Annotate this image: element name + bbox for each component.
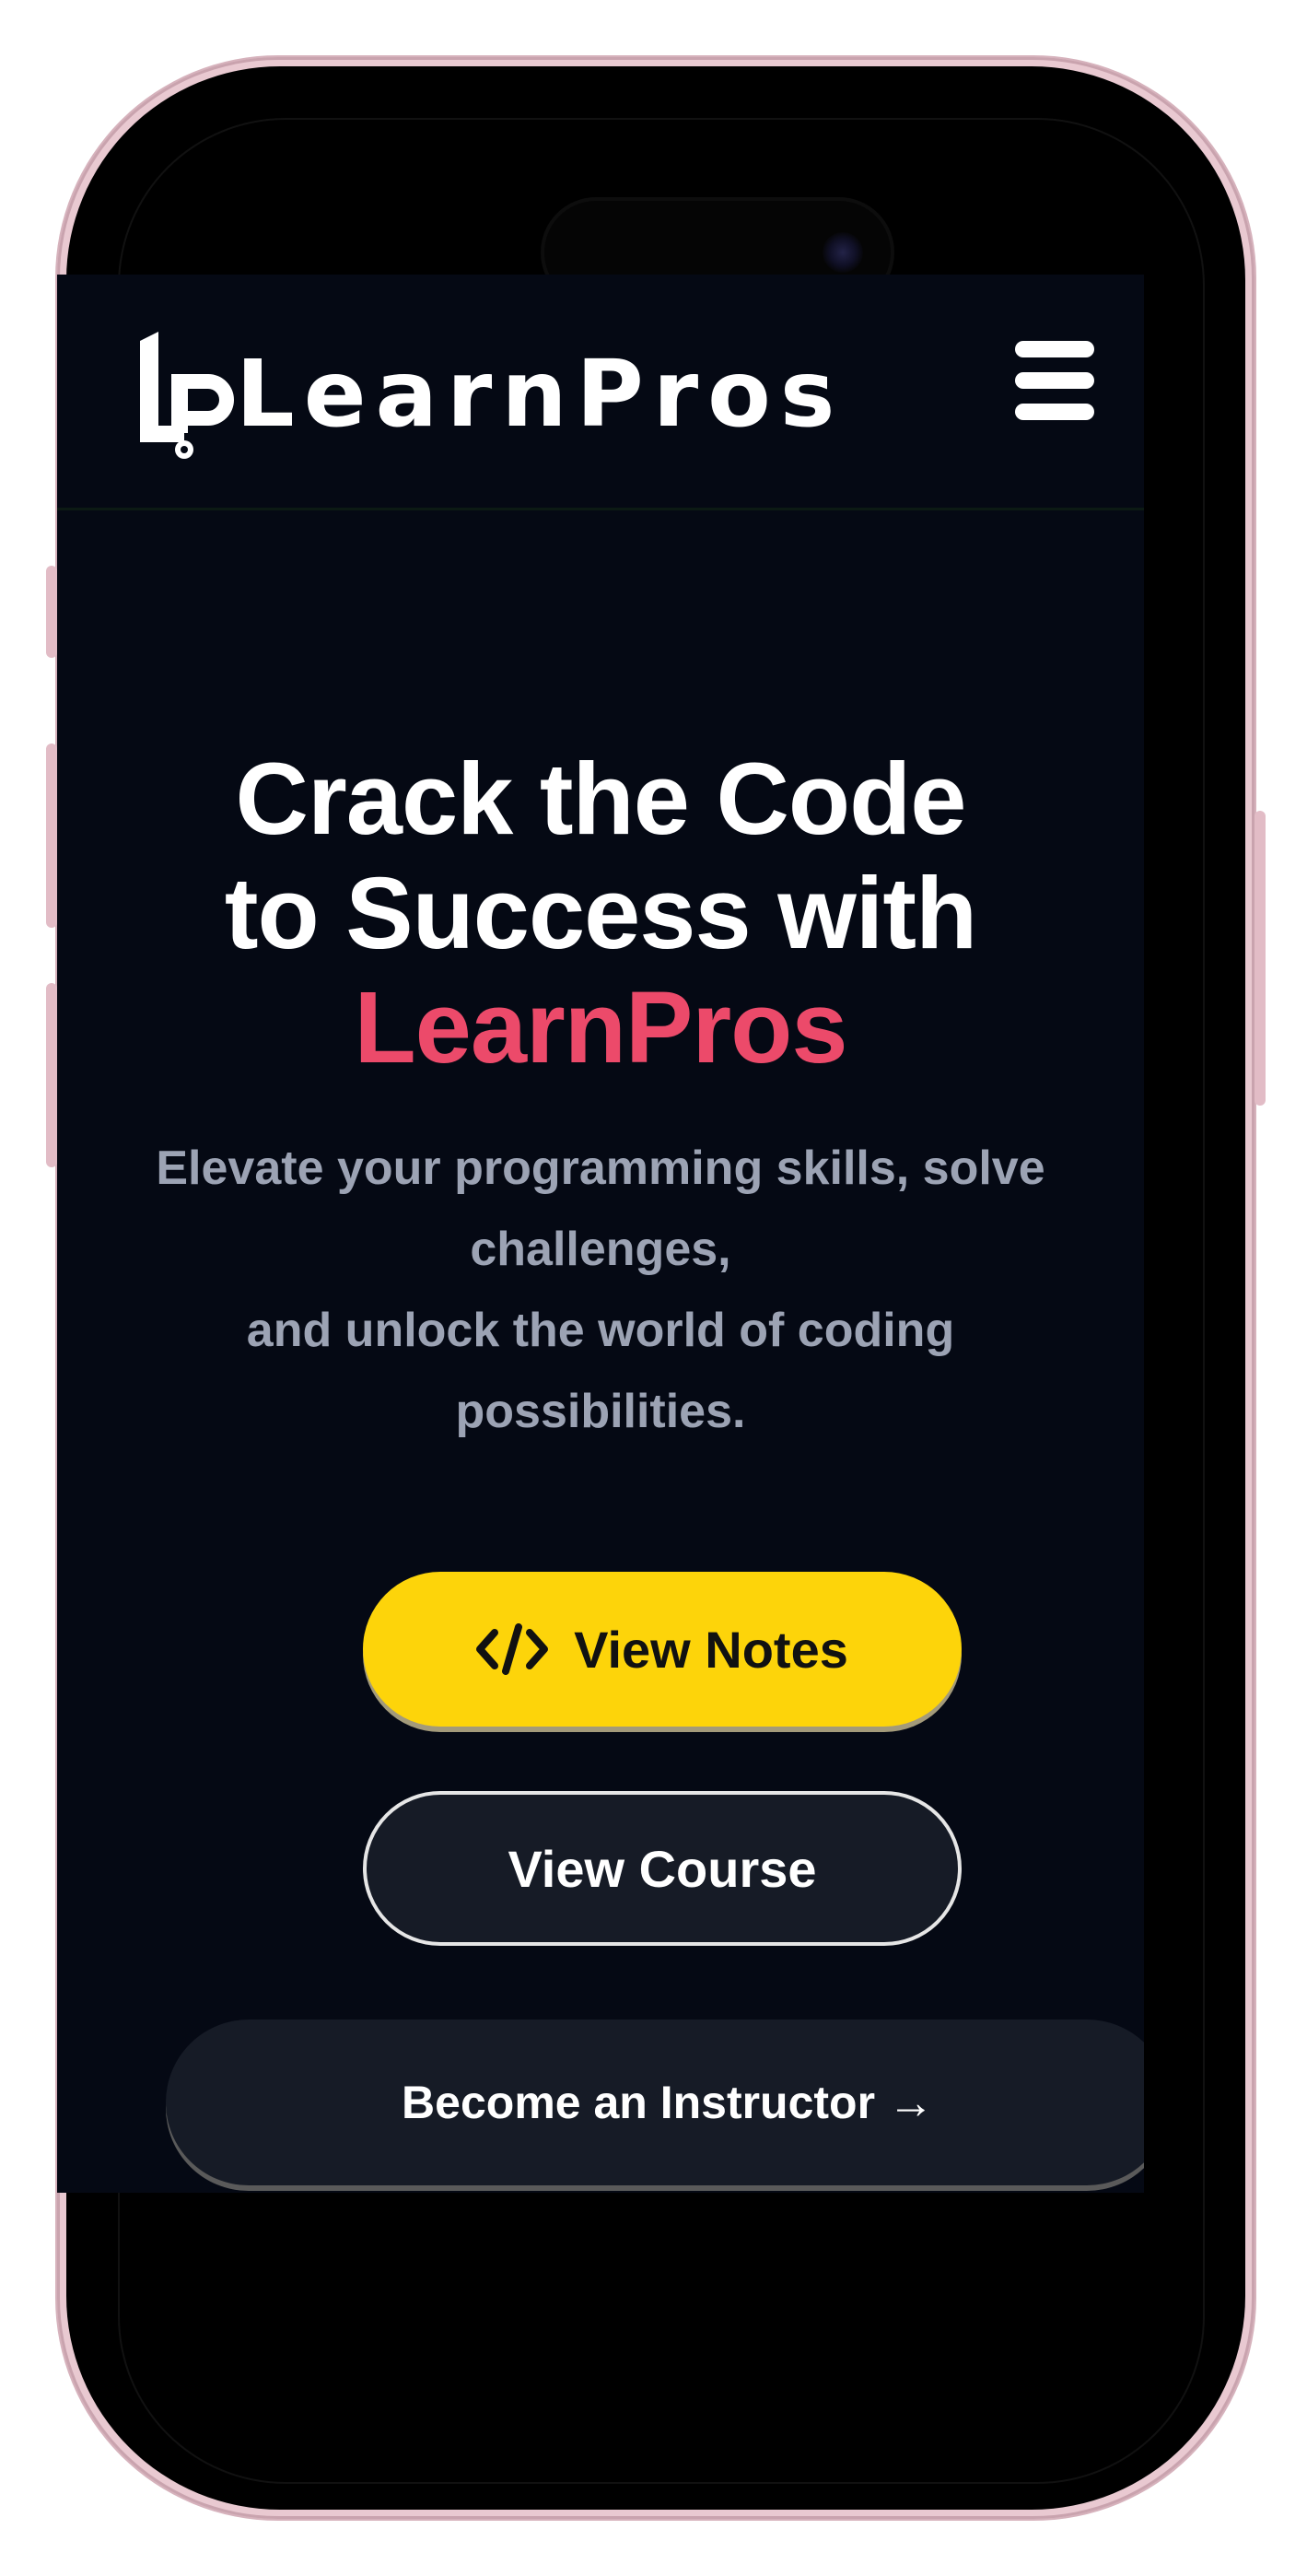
menu-bar-bottom bbox=[1015, 404, 1094, 420]
volume-up-button bbox=[46, 744, 57, 928]
subtitle-line-4: possibilities. bbox=[455, 1385, 746, 1438]
become-instructor-label: Become an Instructor → bbox=[402, 2077, 934, 2128]
brand-name: LearnPros bbox=[236, 340, 845, 448]
subtitle-line-2: challenges, bbox=[470, 1223, 731, 1276]
camera-icon bbox=[823, 232, 863, 273]
headline-line-1: Crack the Code bbox=[235, 743, 967, 856]
view-notes-button[interactable]: View Notes bbox=[363, 1572, 962, 1727]
brand-logo[interactable]: LearnPros bbox=[131, 332, 844, 461]
hamburger-menu-icon[interactable] bbox=[1015, 339, 1098, 422]
hero-headline: Crack the Code to Success with LearnPros bbox=[57, 743, 1144, 1085]
view-notes-label: View Notes bbox=[574, 1620, 848, 1679]
become-instructor-button[interactable]: Become an Instructor → bbox=[166, 2020, 1144, 2185]
action-button bbox=[46, 566, 57, 658]
subtitle-line-1: Elevate your programming skills, solve bbox=[156, 1142, 1045, 1195]
code-icon bbox=[476, 1623, 549, 1675]
view-course-button[interactable]: View Course bbox=[363, 1791, 962, 1946]
lp-logo-icon bbox=[140, 332, 234, 459]
headline-accent: LearnPros bbox=[354, 971, 847, 1084]
power-button bbox=[1254, 811, 1266, 1106]
web-viewport: LearnPros Crack the Code to Success with… bbox=[57, 275, 1144, 2193]
navbar: LearnPros bbox=[57, 275, 1144, 510]
headline-line-2: to Success with bbox=[224, 857, 977, 970]
volume-down-button bbox=[46, 983, 57, 1167]
view-course-label: View Course bbox=[508, 1839, 817, 1898]
hero-subtitle: Elevate your programming skills, solve c… bbox=[131, 1128, 1070, 1452]
subtitle-line-3: and unlock the world of coding bbox=[246, 1304, 955, 1357]
menu-bar-top bbox=[1015, 341, 1094, 357]
menu-bar-middle bbox=[1015, 372, 1094, 389]
